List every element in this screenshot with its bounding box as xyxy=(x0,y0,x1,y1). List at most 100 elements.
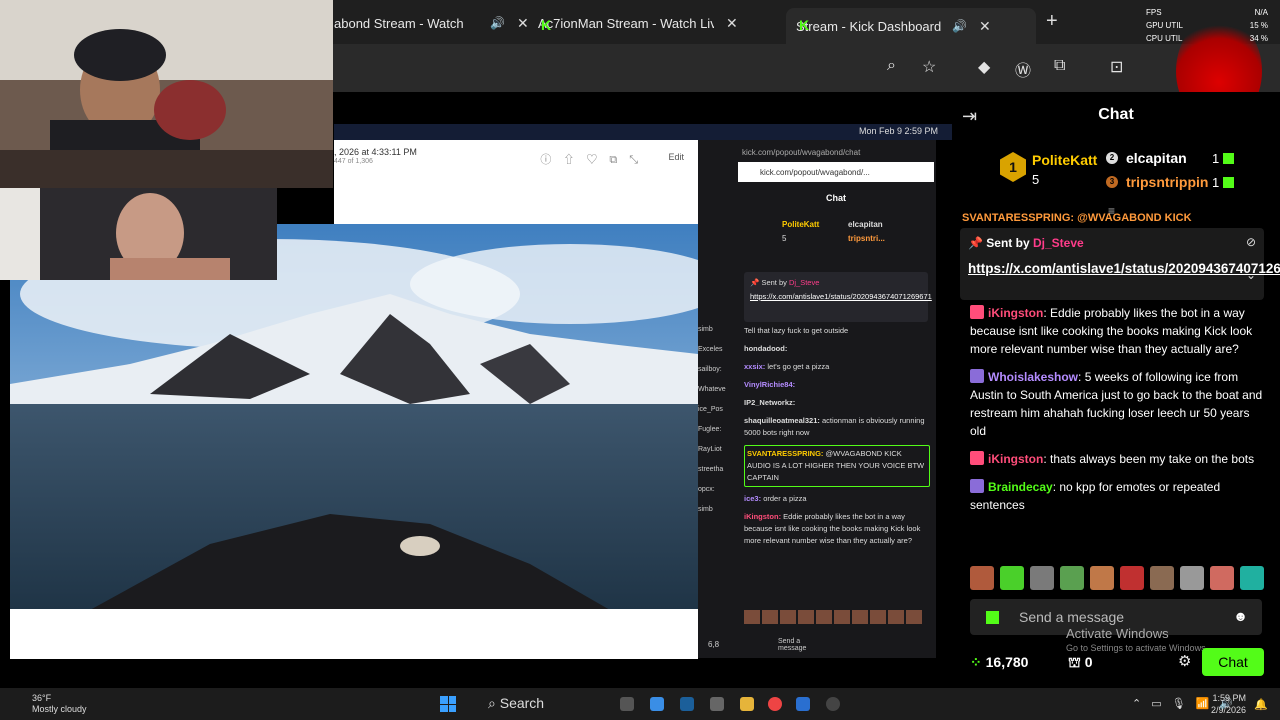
badge-icon xyxy=(970,451,984,465)
popout-leader-2: elcapitan xyxy=(848,220,883,229)
chat-footer: ⁘ 16,780 ⛫ 0 ⚙ Chat xyxy=(952,644,1280,680)
taskbar-search[interactable]: ⌕ Search xyxy=(468,692,618,716)
obs-icon[interactable] xyxy=(826,697,840,711)
tab-kick-dashboard[interactable]: K Stream - Kick Dashboard 🔊 ✕ xyxy=(786,8,1036,44)
gift-icon[interactable] xyxy=(986,611,999,624)
popout-leader-3: tripsntri... xyxy=(848,234,885,243)
leaderboard-name-1[interactable]: PoliteKatt xyxy=(1032,152,1097,168)
clock[interactable]: 1:59 PM 2/9/2026 xyxy=(1211,692,1246,716)
badge-icon xyxy=(970,305,984,319)
leaderboard-rank-3-badge: 3 xyxy=(1106,176,1118,188)
chat-username[interactable]: iKingston xyxy=(988,452,1043,466)
emote[interactable] xyxy=(1150,566,1174,590)
emote xyxy=(852,610,868,624)
emote[interactable] xyxy=(1120,566,1144,590)
kick-logo-icon: K xyxy=(798,17,810,33)
store-icon[interactable] xyxy=(796,697,810,711)
pinned-message: 📌 Sent by Dj_Steve ⊘ https://x.com/antis… xyxy=(960,228,1280,300)
app-icon[interactable] xyxy=(710,697,724,711)
emote[interactable] xyxy=(1000,566,1024,590)
chat-message: iKingston: thats always been my take on … xyxy=(970,450,1266,468)
speaker-icon[interactable]: 🔊 xyxy=(490,16,505,30)
cut-off-message: SVANTARESSPRING: @WVAGABOND KICK xyxy=(962,212,1192,224)
emote[interactable] xyxy=(1030,566,1054,590)
chrome-icon[interactable] xyxy=(768,697,782,711)
badge-icon xyxy=(970,369,984,383)
streamed-popout-chat: kick.com/popout/wvagabond/chat kick.com/… xyxy=(698,140,936,658)
gear-icon[interactable]: ⚙ xyxy=(1178,652,1191,670)
chat-send-button[interactable]: Chat xyxy=(1202,648,1264,676)
tab-vagabond[interactable]: abond Stream - Watch 🔊 ✕ xyxy=(324,8,539,38)
chevron-down-icon[interactable]: ⌄ xyxy=(1246,268,1256,282)
points-value: 0 xyxy=(1084,654,1093,670)
chat-title: Chat xyxy=(1098,106,1134,123)
pinned-link[interactable]: https://x.com/antislave1/status/20209436… xyxy=(968,260,1280,278)
gift-icon xyxy=(1223,177,1234,188)
extensions-puzzle-icon[interactable]: ⧉ xyxy=(1054,57,1065,75)
extension-diamond-icon[interactable]: ◆ xyxy=(978,57,990,77)
side-user: Whateve xyxy=(698,386,726,393)
photo-edit-label: Edit xyxy=(668,152,684,162)
cpu-label: CPU UTIL xyxy=(1146,34,1183,43)
emote xyxy=(888,610,904,624)
leaderboard-name-3[interactable]: tripsntrippin xyxy=(1126,174,1208,190)
task-view-icon[interactable] xyxy=(620,697,634,711)
emote[interactable] xyxy=(1090,566,1114,590)
popout-send-placeholder: Send a message xyxy=(778,638,807,652)
photo-viewer-footer xyxy=(10,609,698,659)
notification-icon[interactable]: 🔔 xyxy=(1254,698,1268,711)
speaker-icon[interactable]: 🔊 xyxy=(952,19,967,33)
emote[interactable] xyxy=(1180,566,1204,590)
emote[interactable] xyxy=(1210,566,1234,590)
weather-widget[interactable]: 36°F Mostly cloudy xyxy=(8,693,87,715)
chat-panel: Chat ⇥ 1 PoliteKatt 5 2 elcapitan 1 3 tr… xyxy=(952,92,1280,688)
zoom-icon[interactable]: ⌕ xyxy=(887,57,896,75)
photo-count: 447 of 1,306 xyxy=(334,158,373,165)
bookmark-star-icon[interactable]: ☆ xyxy=(922,57,936,77)
extension-w-icon[interactable]: Ⓦ xyxy=(1015,57,1031,81)
channel-points[interactable]: ⛫ 0 xyxy=(1068,654,1093,673)
emoji-icon[interactable]: ☻ xyxy=(1233,608,1248,624)
chat-message: Tell that lazy fuck to get outside xyxy=(744,326,849,335)
pinned-user: Dj_Steve xyxy=(788,278,820,287)
emote[interactable] xyxy=(1060,566,1084,590)
fps-value: N/A xyxy=(1254,8,1268,17)
tab-actionman[interactable]: K Ac7ionMan Stream - Watch Liv ✕ xyxy=(528,8,748,38)
glacier-video-frame xyxy=(10,224,698,610)
chat-username[interactable]: iKingston xyxy=(988,306,1043,320)
new-tab-button[interactable]: + xyxy=(1046,10,1058,33)
pinned-header: 📌 Sent by Dj_Steve xyxy=(968,236,1084,250)
streamed-photo-viewer: , 2026 at 4:33:11 PM 447 of 1,306 ⓘ⇧♡⧉⤡ … xyxy=(334,140,698,224)
chat-username[interactable]: Braindecay xyxy=(988,480,1053,494)
app-icon[interactable] xyxy=(650,697,664,711)
chat-username[interactable]: Whoislakeshow xyxy=(988,370,1078,384)
search-icon: ⌕ xyxy=(488,695,500,711)
close-icon[interactable]: ✕ xyxy=(726,15,738,32)
hide-pin-icon[interactable]: ⊘ xyxy=(1246,235,1256,249)
close-icon[interactable]: ✕ xyxy=(979,18,991,35)
chat-message: IP2_Networkz: xyxy=(744,398,796,407)
leaderboard-rank-2-badge: 2 xyxy=(1106,152,1118,164)
clock-time: 1:59 PM xyxy=(1212,693,1246,703)
chat-header: Chat ⇥ xyxy=(952,92,1280,138)
pinned-user[interactable]: Dj_Steve xyxy=(1033,236,1084,250)
close-icon[interactable]: ✕ xyxy=(517,15,529,32)
steam-icon[interactable] xyxy=(680,697,694,711)
screen-search-icon[interactable]: ⊡ xyxy=(1110,57,1123,77)
emote xyxy=(798,610,814,624)
emote[interactable] xyxy=(970,566,994,590)
collapse-chat-icon[interactable]: ⇥ xyxy=(962,106,977,127)
side-user: simb xyxy=(698,506,713,513)
file-explorer-icon[interactable] xyxy=(740,697,754,711)
emote xyxy=(870,610,886,624)
popout-pinned-message: 📌 Sent by Dj_Steve https://x.com/antisla… xyxy=(744,272,932,322)
leaderboard-name-2[interactable]: elcapitan xyxy=(1126,150,1187,166)
guest-webcam xyxy=(0,188,277,280)
leaderboard-count-3: 1 xyxy=(1212,175,1220,190)
popout-leader-1-count: 5 xyxy=(782,234,787,243)
chat-message: Braindecay: no kpp for emotes or repeate… xyxy=(970,478,1266,514)
start-windows-icon[interactable] xyxy=(440,696,456,712)
side-user: sailboy: xyxy=(698,366,722,373)
gpu-value: 15 % xyxy=(1249,21,1268,30)
emote[interactable] xyxy=(1240,566,1264,590)
